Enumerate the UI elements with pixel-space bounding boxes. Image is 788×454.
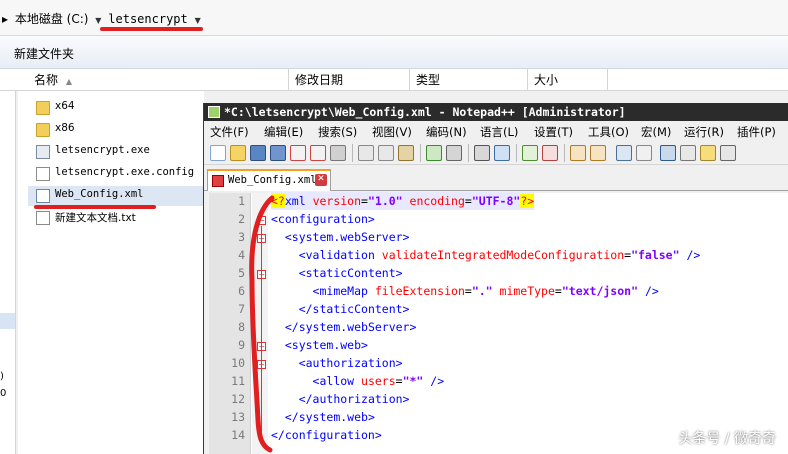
annotation-bracket bbox=[249, 195, 275, 453]
watermark: 头条号 / 微奇奇 bbox=[678, 431, 776, 447]
